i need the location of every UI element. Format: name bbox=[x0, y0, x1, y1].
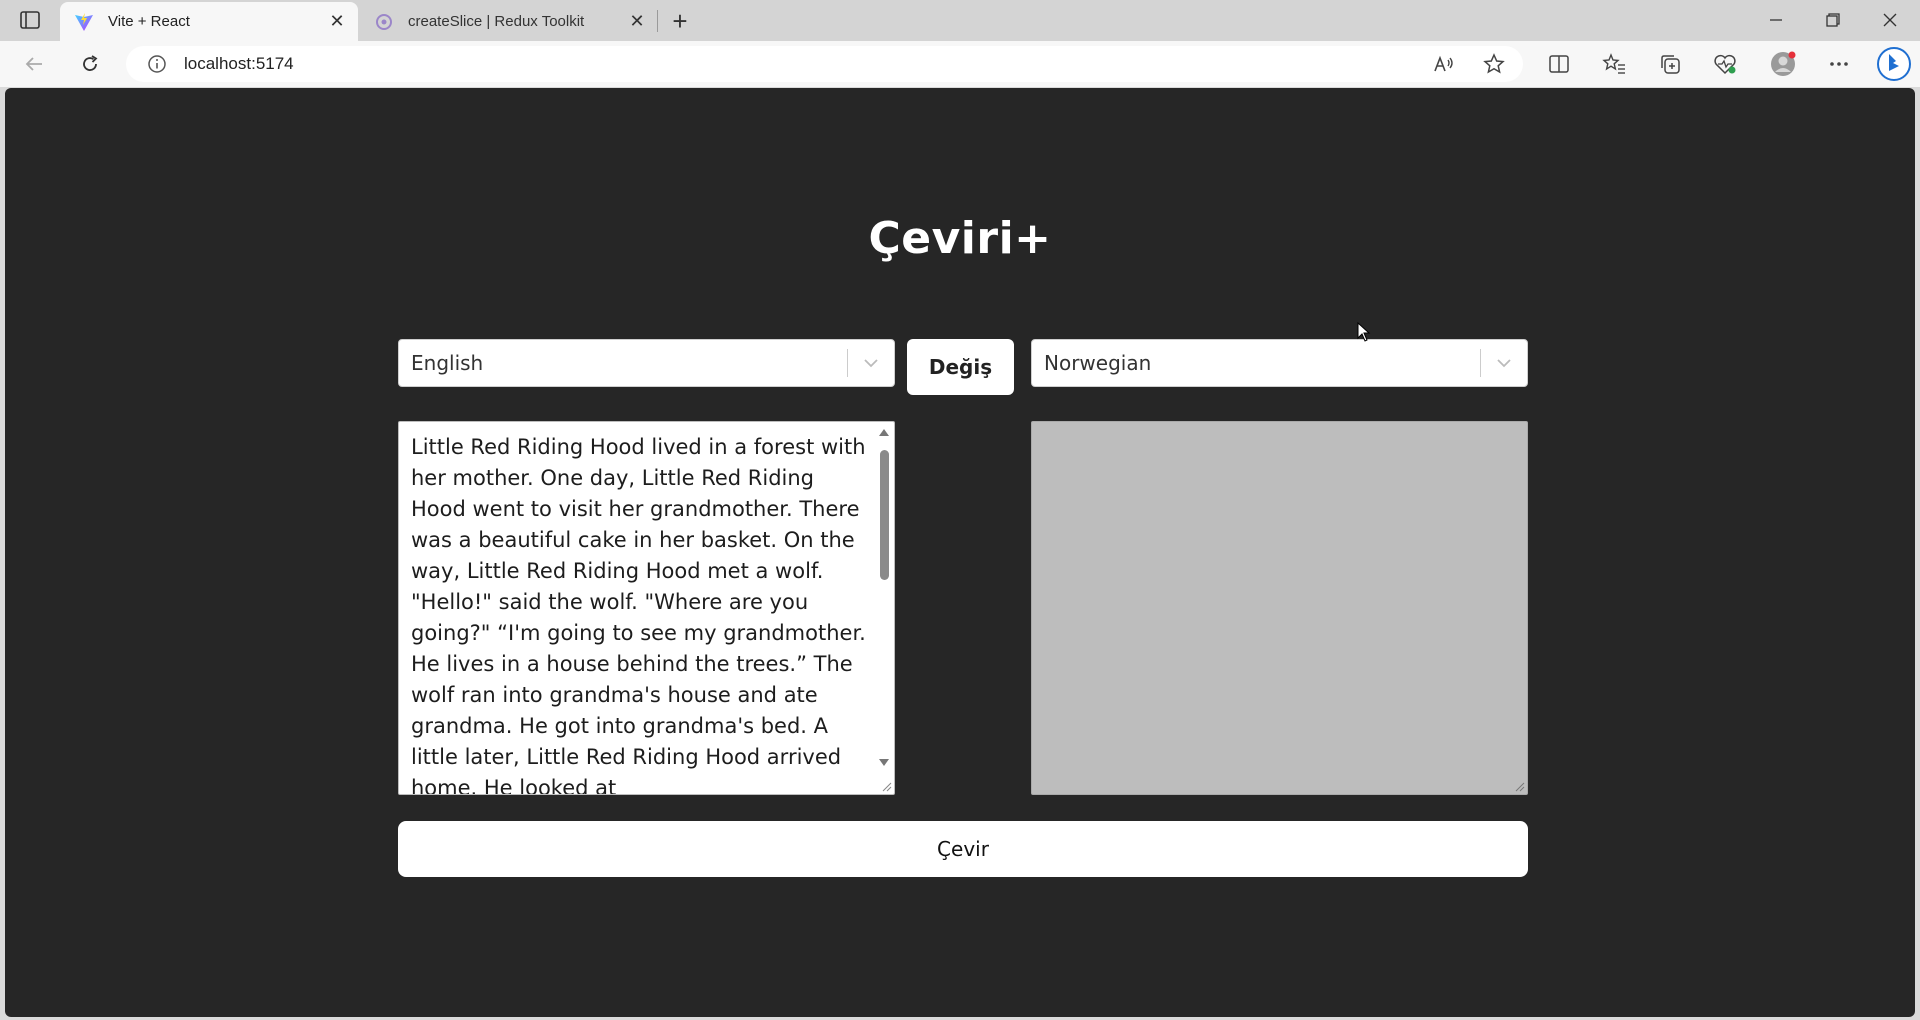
tab-divider bbox=[657, 10, 658, 32]
translation-output-area bbox=[1031, 421, 1528, 795]
profile-avatar-icon[interactable] bbox=[1769, 50, 1797, 78]
favorites-icon[interactable] bbox=[1600, 50, 1628, 78]
page-viewport: Çeviri+ English Değiş Norwegian Little R… bbox=[5, 88, 1915, 1017]
scrollbar[interactable] bbox=[875, 423, 893, 793]
resize-grip-icon[interactable] bbox=[880, 780, 892, 792]
source-text: Little Red Riding Hood lived in a forest… bbox=[411, 435, 866, 795]
back-icon[interactable] bbox=[20, 50, 48, 78]
read-aloud-icon[interactable] bbox=[1430, 50, 1458, 78]
mouse-cursor-icon bbox=[1357, 322, 1371, 342]
tab-title: Vite + React bbox=[108, 13, 190, 30]
target-language-value: Norwegian bbox=[1044, 351, 1152, 375]
scroll-up-icon[interactable] bbox=[879, 429, 889, 436]
collections-icon[interactable] bbox=[1656, 50, 1684, 78]
minimize-icon[interactable] bbox=[1756, 6, 1796, 34]
target-language-select[interactable]: Norwegian bbox=[1031, 339, 1528, 387]
browser-toolbar: localhost:5174 bbox=[0, 41, 1920, 87]
bing-copilot-icon[interactable] bbox=[1876, 46, 1912, 82]
close-window-icon[interactable] bbox=[1870, 6, 1910, 34]
new-tab-icon[interactable]: + bbox=[667, 6, 693, 36]
close-tab-icon[interactable]: ✕ bbox=[628, 11, 646, 31]
vite-logo-icon bbox=[72, 10, 96, 34]
tab-redux-toolkit[interactable]: createSlice | Redux Toolkit ✕ bbox=[360, 2, 658, 41]
swap-languages-button[interactable]: Değiş bbox=[907, 339, 1014, 395]
url-text: localhost:5174 bbox=[184, 54, 294, 73]
browser-essentials-icon[interactable] bbox=[1711, 50, 1739, 78]
split-screen-icon[interactable] bbox=[1545, 50, 1573, 78]
source-language-select[interactable]: English bbox=[398, 339, 895, 387]
restore-icon[interactable] bbox=[1813, 6, 1853, 34]
more-options-icon[interactable] bbox=[1825, 50, 1853, 78]
tab-title: createSlice | Redux Toolkit bbox=[408, 13, 585, 30]
scroll-thumb[interactable] bbox=[880, 450, 889, 580]
site-info-icon[interactable] bbox=[146, 53, 168, 75]
scroll-down-icon[interactable] bbox=[879, 759, 889, 766]
tab-vite-react[interactable]: Vite + React ✕ bbox=[60, 2, 358, 41]
source-text-area[interactable]: Little Red Riding Hood lived in a forest… bbox=[398, 421, 895, 795]
chevron-down-icon[interactable] bbox=[1481, 340, 1527, 386]
close-tab-icon[interactable]: ✕ bbox=[328, 11, 346, 31]
chevron-down-icon[interactable] bbox=[848, 340, 894, 386]
refresh-icon[interactable] bbox=[76, 50, 104, 78]
translate-button[interactable]: Çevir bbox=[398, 821, 1528, 877]
tab-actions-icon[interactable] bbox=[18, 9, 42, 31]
address-bar[interactable]: localhost:5174 bbox=[126, 46, 1523, 82]
resize-grip-icon[interactable] bbox=[1513, 780, 1525, 792]
tab-bar: Vite + React ✕ createSlice | Redux Toolk… bbox=[0, 0, 1920, 41]
source-language-value: English bbox=[411, 351, 484, 375]
favorite-star-icon[interactable] bbox=[1480, 50, 1508, 78]
app-title: Çeviri+ bbox=[868, 213, 1052, 264]
redux-logo-icon bbox=[372, 10, 396, 34]
